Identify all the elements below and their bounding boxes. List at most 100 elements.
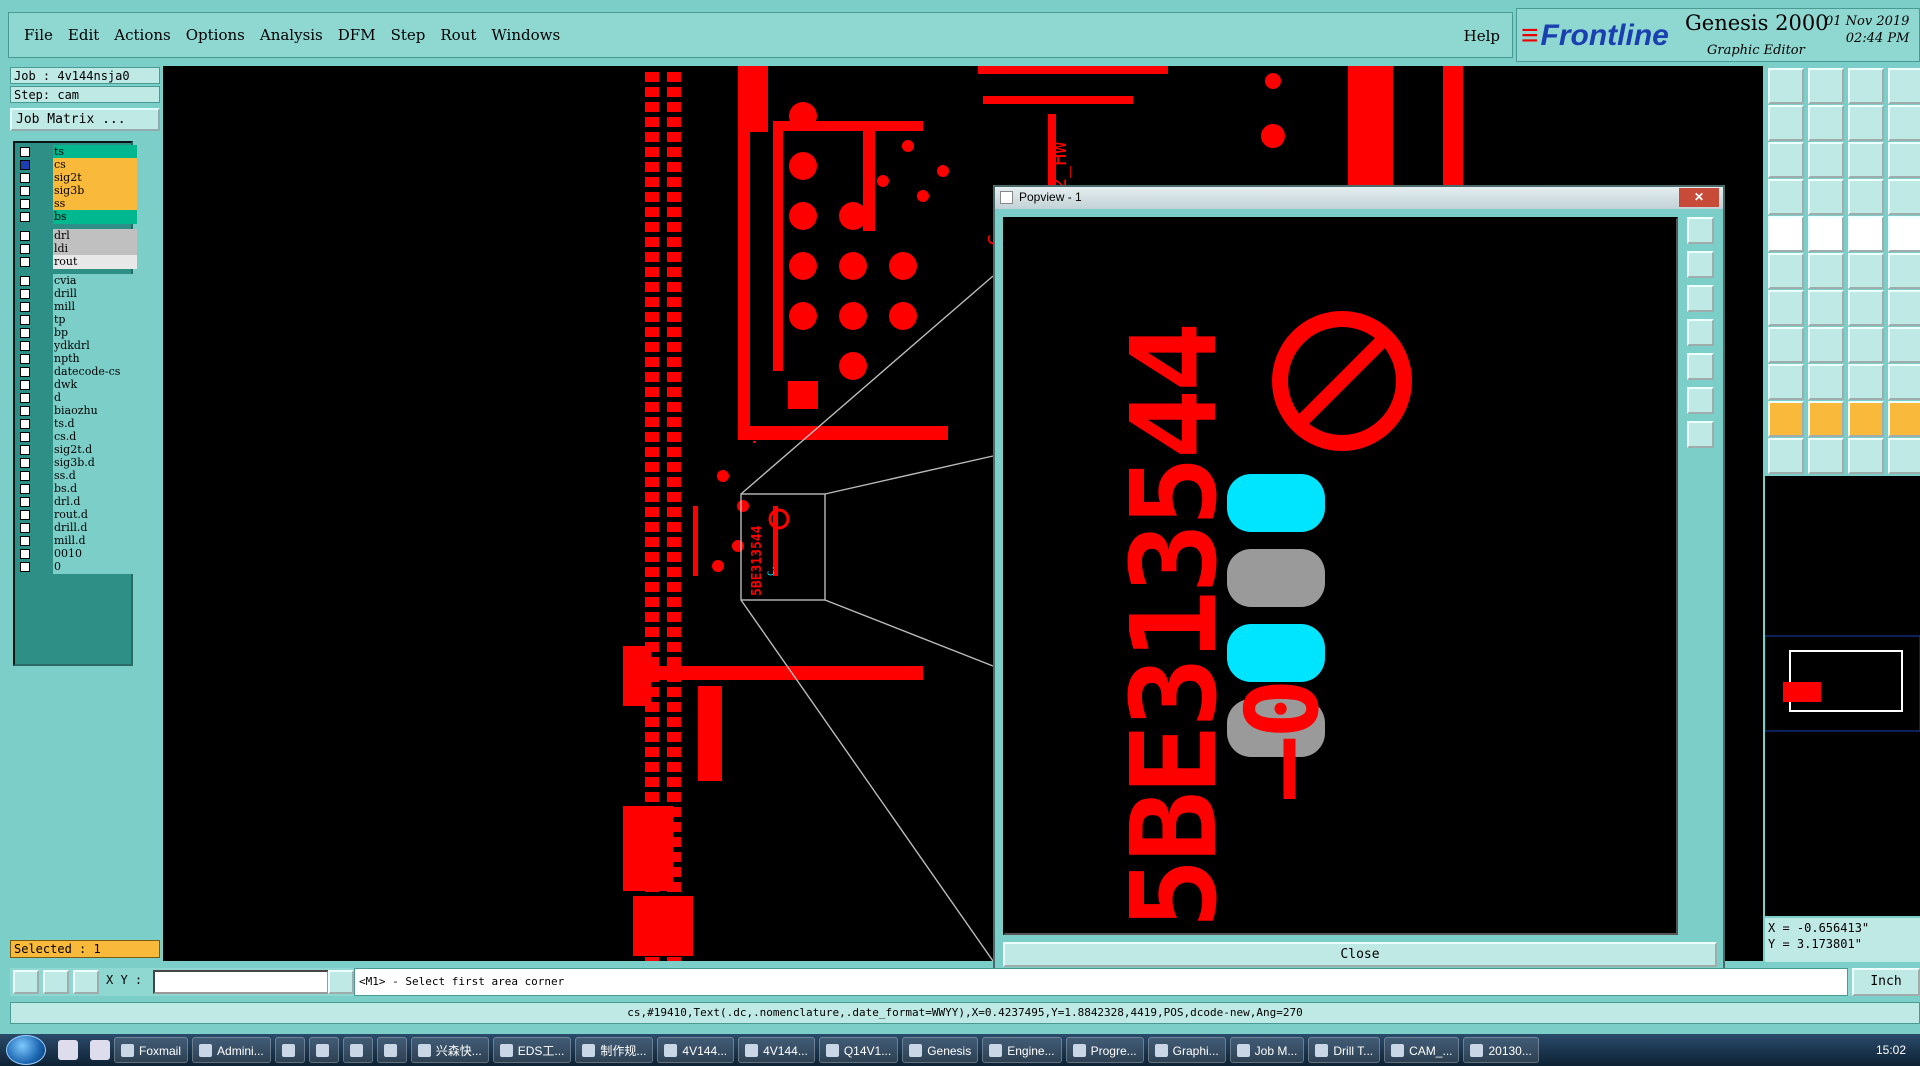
layer-name[interactable]: cs (53, 158, 137, 172)
taskbar-item[interactable]: Genesis (902, 1037, 979, 1063)
layer-name[interactable]: d (53, 391, 137, 405)
layer-name[interactable]: dwk (53, 378, 137, 392)
layer-checkbox[interactable] (20, 367, 30, 377)
layer-name[interactable]: sig2t.d (53, 443, 137, 457)
taskbar-item[interactable]: 兴森快... (410, 1037, 489, 1063)
taskbar-item[interactable] (274, 1037, 305, 1063)
layer-checkbox[interactable] (20, 549, 30, 559)
pan-left-icon[interactable] (1687, 319, 1714, 346)
layer-row[interactable]: drill (18, 287, 137, 301)
tool-button-icon[interactable] (1768, 142, 1804, 178)
taskbar-item[interactable]: Drill T... (1308, 1037, 1381, 1063)
taskbar-item[interactable]: 20130... (1463, 1037, 1539, 1063)
layer-row[interactable]: rout (18, 255, 137, 269)
tool-button-icon[interactable] (1808, 327, 1844, 363)
layer-checkbox[interactable] (20, 328, 30, 338)
tool-button-icon[interactable] (1808, 142, 1844, 178)
layer-checkbox[interactable] (20, 536, 30, 546)
tool-button-icon[interactable] (1808, 216, 1844, 252)
layer-row[interactable]: cs (18, 158, 137, 172)
layer-name[interactable]: npth (53, 352, 137, 366)
layer-row[interactable]: datecode-cs (18, 365, 137, 379)
menu-file[interactable]: File (24, 26, 53, 44)
layer-row[interactable]: bp (18, 326, 137, 340)
layer-row[interactable]: sig2t.d (18, 443, 137, 457)
tool-button-icon[interactable] (1768, 327, 1804, 363)
layer-name[interactable]: drl (53, 229, 137, 243)
tool-button-icon[interactable] (1888, 68, 1920, 104)
tool-button-icon[interactable] (1888, 401, 1920, 437)
layer-name[interactable]: 0010 (53, 547, 137, 561)
tool-button-icon[interactable] (1768, 179, 1804, 215)
layer-name[interactable]: drl.d (53, 495, 137, 509)
tool-button-icon[interactable] (1888, 179, 1920, 215)
layer-row[interactable]: sig2t (18, 171, 137, 185)
tool-button-icon[interactable] (1808, 253, 1844, 289)
layer-row[interactable]: npth (18, 352, 137, 366)
layer-checkbox[interactable] (20, 354, 30, 364)
taskbar-item[interactable]: Progre... (1065, 1037, 1144, 1063)
layer-row[interactable]: sig3b.d (18, 456, 137, 470)
layer-checkbox[interactable] (20, 341, 30, 351)
layer-checkbox[interactable] (20, 315, 30, 325)
layer-name[interactable]: sig3b.d (53, 456, 137, 470)
taskbar-item[interactable] (342, 1037, 373, 1063)
layer-name[interactable]: rout (53, 255, 137, 269)
menu-options[interactable]: Options (186, 26, 245, 44)
menu-analysis[interactable]: Analysis (260, 26, 323, 44)
tool-button-icon[interactable] (1768, 105, 1804, 141)
layer-name[interactable]: bs (53, 210, 137, 224)
menu-windows[interactable]: Windows (491, 26, 560, 44)
tool-button-icon[interactable] (1848, 327, 1884, 363)
layer-checkbox[interactable] (20, 419, 30, 429)
tool-button-icon[interactable] (1808, 401, 1844, 437)
layer-checkbox[interactable] (20, 186, 30, 196)
tool-button-icon[interactable] (1808, 179, 1844, 215)
tool-button-icon[interactable] (1808, 68, 1844, 104)
layer-name[interactable]: bs.d (53, 482, 137, 496)
taskbar-item[interactable]: CAM_... (1384, 1037, 1460, 1063)
tool-button-icon[interactable] (1768, 253, 1804, 289)
tool-button-icon[interactable] (1888, 364, 1920, 400)
tool-button-icon[interactable] (1848, 105, 1884, 141)
layer-checkbox[interactable] (20, 406, 30, 416)
tool-button-icon[interactable] (1768, 401, 1804, 437)
tool-button-icon[interactable] (1808, 364, 1844, 400)
layer-checkbox[interactable] (20, 445, 30, 455)
tool-button-icon[interactable] (1888, 253, 1920, 289)
tool-button-icon[interactable] (1768, 438, 1804, 474)
taskbar-item[interactable]: Foxmail (114, 1037, 189, 1063)
tool-button-icon[interactable] (1768, 68, 1804, 104)
taskbar-item[interactable]: Graphi... (1147, 1037, 1226, 1063)
layer-row[interactable]: ts.d (18, 417, 137, 431)
layer-checkbox[interactable] (20, 510, 30, 520)
taskbar-item[interactable]: 4V144... (657, 1037, 735, 1063)
layer-checkbox[interactable] (20, 432, 30, 442)
tool-button-icon[interactable] (1848, 438, 1884, 474)
layer-checkbox[interactable] (20, 380, 30, 390)
job-matrix-button[interactable]: Job Matrix ... (10, 108, 160, 131)
layer-checkbox[interactable] (20, 173, 30, 183)
menu-dfm[interactable]: DFM (338, 26, 376, 44)
layer-checkbox[interactable] (20, 212, 30, 222)
tool-button-icon[interactable] (1888, 142, 1920, 178)
layer-row[interactable]: dwk (18, 378, 137, 392)
layer-name[interactable]: drill (53, 287, 137, 301)
menu-edit[interactable]: Edit (68, 26, 99, 44)
layer-name[interactable]: sig2t (53, 171, 137, 185)
taskbar-item[interactable] (376, 1037, 407, 1063)
tool-button-icon[interactable] (1768, 364, 1804, 400)
layer-checkbox[interactable] (20, 147, 30, 157)
layer-checkbox[interactable] (20, 289, 30, 299)
layer-row[interactable]: tp (18, 313, 137, 327)
taskbar-item[interactable]: Job M... (1229, 1037, 1305, 1063)
layer-name[interactable]: mill.d (53, 534, 137, 548)
layer-name[interactable]: datecode-cs (53, 365, 137, 379)
layer-row[interactable]: ldi (18, 242, 137, 256)
layer-checkbox[interactable] (20, 471, 30, 481)
menu-help[interactable]: Help (1464, 27, 1500, 45)
layer-checkbox[interactable] (20, 523, 30, 533)
layer-name[interactable]: 0 (53, 560, 137, 574)
layer-checkbox[interactable] (20, 497, 30, 507)
layer-row[interactable]: drl.d (18, 495, 137, 509)
